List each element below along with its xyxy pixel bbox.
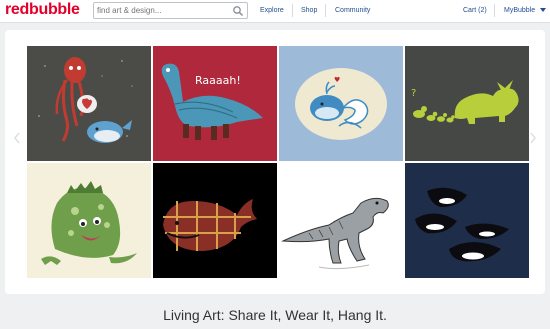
raaaah-text: Raaaah!: [195, 74, 241, 87]
nav-explore-link[interactable]: Explore: [260, 6, 284, 15]
art-tile-triceratops-ducks[interactable]: ?: [405, 46, 529, 161]
orcas-art: [405, 163, 529, 278]
mybubble-link[interactable]: MyBubble: [504, 6, 535, 15]
redbubble-logo[interactable]: redbubble: [5, 1, 80, 19]
chevron-down-icon[interactable]: [540, 8, 546, 13]
triceratops-ducks-art: ?: [405, 46, 529, 161]
carousel-next-arrow-icon[interactable]: [530, 132, 536, 144]
whale-wave-art: ♥: [279, 46, 403, 161]
cart-link[interactable]: Cart (2): [463, 6, 487, 15]
plaid-whale-art: [153, 163, 277, 278]
art-tile-raaaah-dinosaur[interactable]: Raaaah!: [153, 46, 277, 161]
nav-community-link[interactable]: Community: [335, 6, 370, 15]
squid-whale-heart-art: [27, 46, 151, 161]
logo-text-red: red: [5, 1, 29, 18]
search-input[interactable]: [97, 4, 227, 17]
raaaah-dinosaur-art: Raaaah!: [153, 46, 277, 161]
art-tile-trex-sketch[interactable]: [279, 163, 403, 278]
tagline: Living Art: Share It, Wear It, Hang It.: [163, 307, 387, 323]
nav-divider: [325, 4, 326, 17]
search-icon[interactable]: [232, 5, 244, 17]
art-tile-orcas[interactable]: [405, 163, 529, 278]
hero-panel: Raaaah! ♥ ?: [5, 30, 545, 294]
search-box[interactable]: [93, 2, 248, 19]
svg-text:?: ?: [411, 88, 416, 99]
nav-divider: [292, 4, 293, 17]
top-navigation-bar: redbubble Explore Shop Community Cart (2…: [0, 0, 550, 23]
green-monster-art: [27, 163, 151, 278]
trex-sketch-art: [279, 163, 403, 278]
svg-text:♥: ♥: [334, 76, 340, 84]
art-tile-squid-whale[interactable]: [27, 46, 151, 161]
art-tile-green-monster[interactable]: [27, 163, 151, 278]
nav-divider: [494, 4, 495, 17]
logo-text-bubble: bubble: [29, 1, 80, 18]
art-tile-whale-wave[interactable]: ♥: [279, 46, 403, 161]
art-tile-plaid-whale[interactable]: [153, 163, 277, 278]
carousel-prev-arrow-icon[interactable]: [14, 132, 20, 144]
nav-shop-link[interactable]: Shop: [301, 6, 317, 15]
